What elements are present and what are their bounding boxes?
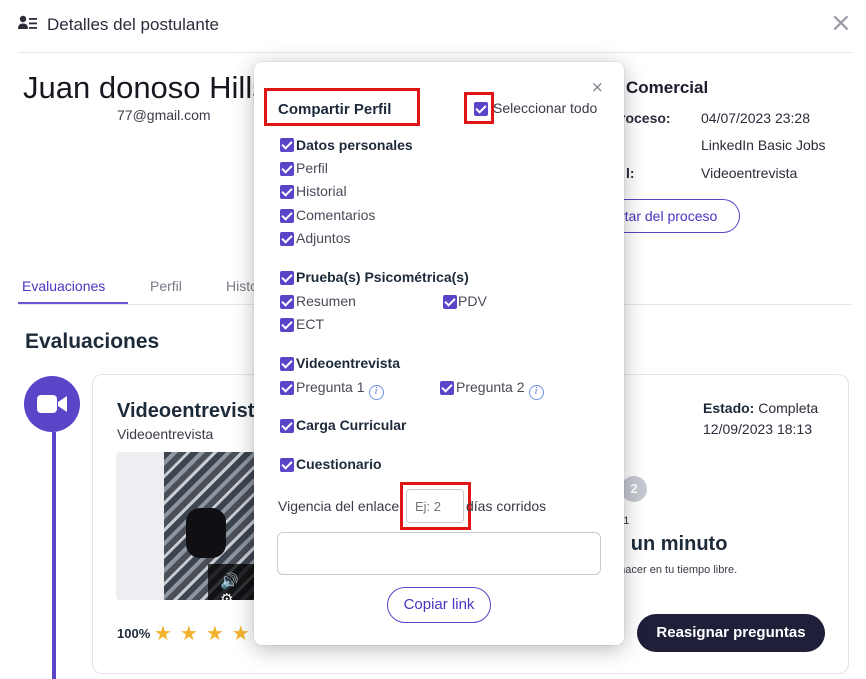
option-perfil: Perfil [296, 160, 328, 176]
tab-perfil[interactable]: Perfil [150, 278, 182, 294]
group-title-psicometricas: Prueba(s) Psicométrica(s) [296, 269, 469, 285]
score-percent: 100% [117, 626, 151, 641]
option-comentarios: Comentarios [296, 207, 376, 223]
close-icon[interactable]: × [830, 10, 852, 36]
group-title-datos-personales: Datos personales [296, 137, 413, 153]
option-pregunta-2: Pregunta 2i [456, 379, 544, 400]
active-tab-indicator [18, 302, 128, 304]
timeline-node [24, 376, 80, 432]
info-value-source: LinkedIn Basic Jobs [701, 137, 826, 153]
section-title: Evaluaciones [25, 330, 160, 353]
checkbox-pregunta-2[interactable] [440, 381, 454, 395]
info-label-process: roceso: [620, 110, 671, 126]
job-title: Comercial [626, 78, 709, 97]
group-title-videoentrevista: Videoentrevista [296, 355, 401, 371]
checkbox-resumen[interactable] [280, 295, 294, 309]
volume-settings-icon[interactable]: 🔊 ⚙ [208, 564, 256, 600]
modal-close-icon[interactable]: × [591, 78, 604, 96]
step-number-badge: 2 [621, 476, 647, 502]
group-title-carga-curricular: Carga Curricular [296, 417, 407, 433]
video-player[interactable]: 🔊 ⚙ [116, 452, 256, 600]
copy-link-button[interactable]: Copiar link [387, 587, 491, 623]
option-pdv: PDV [458, 293, 487, 309]
divider [18, 52, 852, 53]
checkbox-pdv[interactable] [443, 295, 457, 309]
header-bar: Detalles del postulante × [0, 0, 866, 52]
tab-evaluaciones[interactable]: Evaluaciones [22, 278, 105, 294]
option-pregunta-1: Pregunta 1i [296, 379, 384, 400]
checkbox-ect[interactable] [280, 318, 294, 332]
info-icon[interactable]: i [528, 385, 544, 400]
checkbox-datos-personales[interactable] [280, 138, 294, 152]
status-date: 12/09/2023 18:13 [703, 421, 812, 437]
video-camera-icon [37, 395, 67, 413]
checkbox-adjuntos[interactable] [280, 232, 294, 246]
star-rating-icon: ★★★★ [154, 621, 258, 645]
checkbox-perfil[interactable] [280, 162, 294, 176]
status-text: Estado: Completa [703, 400, 819, 416]
candidate-name: Juan donoso Hills [23, 70, 268, 105]
highlight-box [400, 482, 471, 530]
evaluation-subtitle: Videoentrevista [117, 426, 214, 442]
checkbox-historial[interactable] [280, 185, 294, 199]
page-title: Detalles del postulante [47, 15, 220, 34]
checkbox-comentarios[interactable] [280, 209, 294, 223]
reassign-questions-button[interactable]: Reasignar preguntas [637, 614, 825, 652]
evaluation-title: Videoentrevista [117, 400, 266, 422]
option-resumen: Resumen [296, 293, 356, 309]
validity-label: Vigencia del enlace [278, 498, 400, 514]
select-all-checkbox[interactable] [474, 102, 488, 116]
info-value-date: 04/07/2023 23:28 [701, 110, 810, 126]
checkbox-pregunta-1[interactable] [280, 381, 294, 395]
info-value-stage: Videoentrevista [701, 165, 798, 181]
group-title-cuestionario: Cuestionario [296, 456, 382, 472]
candidate-email: 77@gmail.com [117, 107, 211, 123]
option-historial: Historial [296, 183, 347, 199]
step-title: n un minuto [613, 533, 728, 555]
info-icon[interactable]: i [368, 385, 384, 400]
censored-face [186, 508, 226, 558]
validity-suffix: días corridos [466, 498, 547, 514]
select-all-label: Seleccionar todo [493, 100, 598, 116]
checkbox-carga-curricular[interactable] [280, 419, 294, 433]
option-ect: ECT [296, 316, 324, 332]
share-link-field[interactable] [277, 532, 601, 575]
checkbox-cuestionario[interactable] [280, 458, 294, 472]
modal-title: Compartir Perfil [278, 101, 392, 118]
step-description: a hacer en tu tiempo libre. [610, 564, 738, 576]
user-list-icon [18, 15, 37, 29]
timeline-line [52, 432, 56, 679]
checkbox-videoentrevista[interactable] [280, 357, 294, 371]
info-label-stage: l: [626, 165, 635, 181]
option-adjuntos: Adjuntos [296, 230, 351, 246]
checkbox-psicometricas[interactable] [280, 271, 294, 285]
